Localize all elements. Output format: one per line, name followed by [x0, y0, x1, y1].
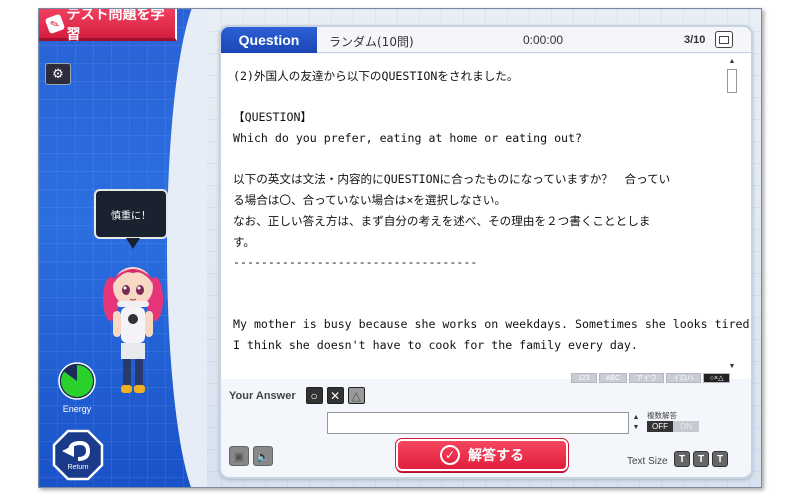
- return-label: Return: [67, 464, 89, 471]
- app-title: ✎ テスト問題を学習: [39, 9, 177, 42]
- cross-answer-button[interactable]: ✕: [326, 387, 344, 404]
- list-icon: [719, 35, 729, 44]
- submit-label: 解答する: [468, 447, 524, 463]
- circle-answer-button[interactable]: ○: [305, 387, 323, 404]
- question-line: [233, 87, 737, 108]
- text-size-medium[interactable]: T: [693, 451, 709, 467]
- question-line: [233, 273, 737, 294]
- energy-label: Energy: [62, 404, 92, 414]
- question-progress: 3/10: [684, 34, 706, 46]
- input-mode-2[interactable]: アイウ: [629, 373, 664, 383]
- input-mode-3[interactable]: イロハ: [665, 373, 701, 383]
- question-list-button[interactable]: [715, 31, 733, 48]
- memo-icon: ▣: [233, 450, 245, 463]
- return-button[interactable]: [52, 429, 104, 481]
- question-line: (2)外国人の友達から以下のQUESTIONをされました。: [233, 69, 519, 83]
- text-size-options: T T T: [674, 451, 728, 467]
- input-mode-selector: 123 ABC アイウ イロハ ○×△: [571, 373, 731, 383]
- question-line: Which do you prefer, eating at home or e…: [233, 131, 583, 146]
- panel-curve: [167, 9, 207, 487]
- question-line: す。: [233, 234, 256, 249]
- audio-button[interactable]: 🔈: [253, 446, 273, 466]
- question-line: [233, 149, 737, 170]
- question-card: Question ランダム(10問) 0:00:00 3/10 (2)外国人の友…: [219, 25, 753, 479]
- text-size-label: Text Size: [627, 456, 668, 467]
- multi-answer-toggle[interactable]: OFF ON: [647, 421, 699, 432]
- pencil-icon: ✎: [44, 13, 65, 34]
- text-size-small[interactable]: T: [674, 451, 690, 467]
- scrollbar[interactable]: ▲ ▼: [727, 57, 737, 372]
- submit-answer-button[interactable]: ✓ 解答する: [395, 438, 569, 472]
- input-mode-4[interactable]: ○×△: [702, 373, 731, 383]
- triangle-answer-button[interactable]: △: [347, 387, 365, 404]
- settings-button[interactable]: ⚙: [45, 63, 71, 85]
- energy-gauge: [58, 362, 96, 400]
- question-line: 以下の英文は文法・内容的にQUESTIONに合ったものになっていますか？ 合って…: [233, 172, 671, 187]
- answer-input[interactable]: [327, 412, 629, 434]
- question-line: 【QUESTION】: [233, 110, 313, 125]
- multi-on[interactable]: ON: [673, 421, 699, 432]
- question-line: I think she doesn't have to cook for the…: [233, 338, 638, 353]
- question-line: なお、正しい答え方は、まず自分の考えを述べ、その理由を２つ書くこととしま: [233, 213, 651, 228]
- your-answer-label: Your Answer: [229, 389, 296, 402]
- question-line: -----------------------------------: [233, 255, 478, 270]
- app-window: ✎ テスト問題を学習 ⚙ 慎重に！ Energy Return Question…: [38, 8, 762, 488]
- multi-answer-label: 複数解答: [647, 411, 677, 420]
- multi-off[interactable]: OFF: [647, 421, 673, 432]
- app-title-text: テスト問題を学習: [66, 9, 165, 42]
- input-mode-1[interactable]: ABC: [598, 373, 628, 383]
- question-line: [233, 294, 737, 315]
- question-text: (2)外国人の友達から以下のQUESTIONをされました。 【QUESTION】 W…: [221, 54, 751, 379]
- scroll-up-arrow[interactable]: ▲: [727, 57, 737, 67]
- mode-label: ランダム(10問): [329, 35, 414, 49]
- answer-spinner[interactable]: ▲ ▼: [631, 413, 641, 433]
- question-header: Question ランダム(10問) 0:00:00 3/10: [221, 27, 751, 53]
- answer-row: Your Answer ○ ✕ △: [229, 387, 365, 404]
- speech-text: 慎重に！: [111, 210, 151, 222]
- speech-bubble: 慎重に！: [94, 189, 168, 249]
- gear-icon: ⚙: [52, 66, 64, 81]
- question-line: る場合は〇、合っていない場合は×を選択しなさい。: [233, 193, 507, 208]
- speaker-icon: 🔈: [256, 450, 270, 463]
- timer: 0:00:00: [523, 33, 564, 47]
- scroll-thumb[interactable]: [727, 69, 737, 93]
- scroll-down-arrow[interactable]: ▼: [727, 362, 737, 372]
- spin-up-arrow[interactable]: ▲: [631, 413, 641, 423]
- check-circle-icon: ✓: [440, 445, 460, 465]
- left-panel: ✎ テスト問題を学習 ⚙ 慎重に！ Energy Return: [39, 9, 207, 487]
- question-line: My mother is busy because she works on w…: [233, 317, 751, 332]
- input-mode-0[interactable]: 123: [571, 373, 597, 383]
- text-size-large[interactable]: T: [712, 451, 728, 467]
- mascot-character: [103, 267, 163, 393]
- memo-button[interactable]: ▣: [229, 446, 249, 466]
- question-tab: Question: [221, 27, 317, 53]
- spin-down-arrow[interactable]: ▼: [631, 423, 641, 433]
